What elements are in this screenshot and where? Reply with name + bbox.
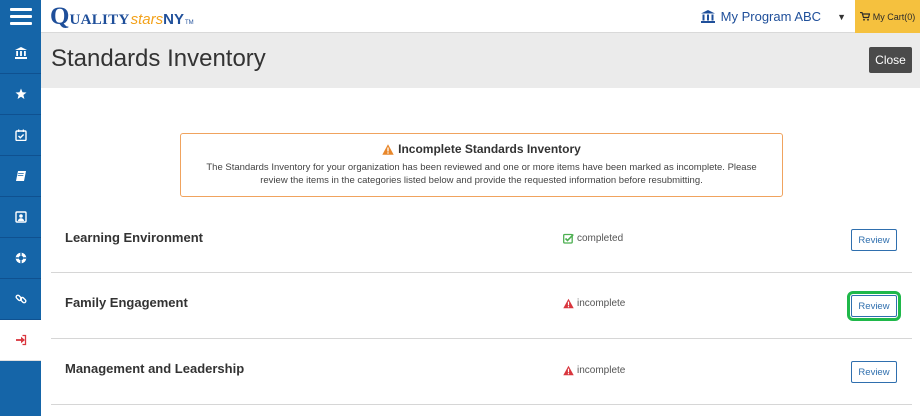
hamburger-icon (9, 8, 32, 11)
id-card-icon (14, 211, 27, 223)
sign-out-icon (15, 334, 26, 346)
status-label: completed (577, 233, 624, 244)
caret-down-icon: ▼ (837, 11, 846, 22)
status-incomplete: incomplete (563, 365, 625, 376)
alert-title: Incomplete Standards Inventory (398, 142, 581, 156)
incomplete-alert: Incomplete Standards Inventory The Stand… (180, 133, 783, 197)
sidebar-item-ratings[interactable] (0, 74, 41, 115)
category-row-family-engagement: Family Engagement incomplete Review (51, 273, 912, 339)
cart-button[interactable]: My Cart(0) (855, 0, 920, 33)
bank-icon (700, 10, 715, 23)
qualitystarsny-logo[interactable]: Q UALITY stars NY TM (50, 3, 194, 30)
category-row-management-leadership: Management and Leadership incomplete Rev… (51, 339, 912, 405)
review-button-learning-environment[interactable]: Review (851, 229, 897, 251)
star-icon (15, 88, 26, 99)
page-title: Standards Inventory (51, 45, 266, 72)
review-button-family-engagement[interactable]: Review (847, 291, 901, 321)
review-button-management-leadership[interactable]: Review (851, 361, 897, 383)
program-name: My Program ABC (720, 9, 822, 24)
sidebar-item-sign-out[interactable] (0, 320, 41, 361)
top-bar: Q UALITY stars NY TM My Program ABC ▼ My Car… (0, 0, 920, 33)
cart-icon (859, 12, 870, 21)
status-completed: completed (563, 233, 623, 244)
status-label: incomplete (577, 365, 626, 376)
warning-icon (382, 143, 394, 155)
page-header: Standards Inventory Close (41, 33, 920, 88)
warning-icon (563, 365, 574, 376)
sidebar-item-calendar[interactable] (0, 115, 41, 156)
warning-icon (563, 298, 574, 309)
book-icon (15, 171, 26, 181)
status-incomplete: incomplete (563, 298, 625, 309)
category-title: Family Engagement (65, 295, 188, 310)
calendar-check-icon (14, 129, 27, 141)
bank-icon (14, 47, 27, 59)
cart-label: My Cart(0) (872, 11, 916, 22)
check-square-icon (563, 233, 574, 244)
hamburger-menu-button[interactable] (0, 0, 41, 33)
sidebar (0, 33, 41, 416)
status-label: incomplete (577, 298, 626, 309)
category-title: Learning Environment (65, 230, 203, 245)
link-icon (14, 294, 27, 304)
sidebar-item-profile[interactable] (0, 197, 41, 238)
sidebar-item-program[interactable] (0, 33, 41, 74)
close-button[interactable]: Close (869, 47, 912, 73)
category-title: Management and Leadership (65, 361, 245, 376)
sidebar-item-help[interactable] (0, 238, 41, 279)
alert-message: The Standards Inventory for your organiz… (206, 162, 757, 186)
category-row-learning-environment: Learning Environment completed Review (51, 207, 912, 273)
sidebar-item-resources[interactable] (0, 156, 41, 197)
life-ring-icon (15, 252, 26, 264)
program-selector[interactable]: My Program ABC ▼ (700, 0, 846, 33)
sidebar-item-links[interactable] (0, 279, 41, 320)
